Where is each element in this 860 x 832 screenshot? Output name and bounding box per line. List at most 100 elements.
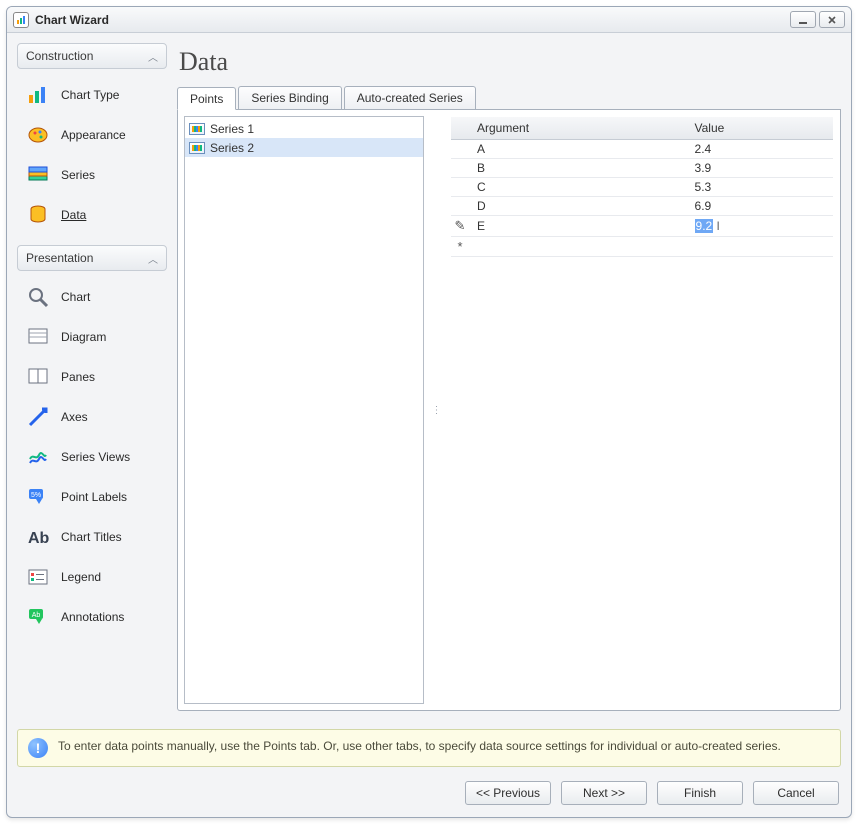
chevron-up-icon: ︿ [148,251,158,266]
row-indicator [451,178,469,197]
argument-cell[interactable]: B [469,159,687,178]
sidebar-item-diagram[interactable]: Diagram [17,317,167,357]
argument-cell[interactable]: A [469,140,687,159]
argument-cell[interactable]: C [469,178,687,197]
sidebar-item-label: Chart Titles [61,530,122,544]
tab-label: Series Binding [251,91,328,105]
argument-cell[interactable]: D [469,197,687,216]
tab-points[interactable]: Points [177,87,236,110]
sidebar-item-label: Chart Type [61,88,119,102]
row-indicator-header [451,117,469,140]
grid-row[interactable]: C5.3 [451,178,833,197]
tab-label: Auto-created Series [357,91,463,105]
sidebar-item-legend[interactable]: Legend [17,557,167,597]
value-cell[interactable] [687,237,833,257]
splitter-handle[interactable]: ⋮ [434,116,440,704]
next-button[interactable]: Next >> [561,781,647,805]
info-text: To enter data points manually, use the P… [58,738,781,754]
column-header[interactable]: Argument [469,117,687,140]
diagram-icon [25,324,51,350]
sidebar-item-chart[interactable]: Chart [17,277,167,317]
sidebar-item-label: Data [61,208,86,222]
sidebar-group-label: Presentation [26,251,93,265]
sidebar-item-label: Chart [61,290,90,304]
series-list-item[interactable]: Series 2 [185,138,423,157]
column-header[interactable]: Value [687,117,833,140]
svg-text:Ab: Ab [32,612,41,619]
grid-row[interactable]: ✎E9.2 I [451,216,833,237]
cancel-button[interactable]: Cancel [753,781,839,805]
data-grid[interactable]: ArgumentValue A2.4B3.9C5.3D6.9✎E9.2 I* [450,116,834,258]
sidebar-item-appearance[interactable]: Appearance [17,115,167,155]
row-indicator [451,159,469,178]
panes-icon [25,364,51,390]
sidebar-item-data[interactable]: Data [17,195,167,235]
finish-button[interactable]: Finish [657,781,743,805]
sidebar-item-axes[interactable]: Axes [17,397,167,437]
chevron-up-icon: ︿ [148,49,158,64]
axes-icon [25,404,51,430]
series-icon [25,162,51,188]
sidebar-item-panes[interactable]: Panes [17,357,167,397]
sidebar-item-label: Appearance [61,128,126,142]
previous-button[interactable]: << Previous [465,781,551,805]
series-list-item[interactable]: Series 1 [185,119,423,138]
data-grid-wrap: ArgumentValue A2.4B3.9C5.3D6.9✎E9.2 I* [450,116,834,704]
point-labels-icon: 5% [25,484,51,510]
chart-wizard-window: Chart Wizard Construction︿ Chart Type Appe… [6,6,852,818]
tab-strip: Points Series Binding Auto-created Series [177,87,841,110]
sidebar-group-header[interactable]: Presentation ︿ [17,245,167,271]
tab-auto-created-series[interactable]: Auto-created Series [344,86,476,109]
value-cell[interactable]: 2.4 [687,140,833,159]
sidebar-item-annotations[interactable]: AbAnnotations [17,597,167,637]
grid-row[interactable]: * [451,237,833,257]
value-cell[interactable]: 5.3 [687,178,833,197]
minimize-button[interactable] [790,11,816,28]
sidebar-item-series[interactable]: Series [17,155,167,195]
value-cell[interactable]: 6.9 [687,197,833,216]
tab-series-binding[interactable]: Series Binding [238,86,341,109]
sidebar-item-label: Series [61,168,95,182]
sidebar-item-point-labels[interactable]: 5% Point Labels [17,477,167,517]
grid-row[interactable]: D6.9 [451,197,833,216]
bar-chart-icon [189,123,205,135]
tab-label: Points [190,92,223,106]
sidebar-group-header[interactable]: Construction︿ [17,43,167,69]
window-title: Chart Wizard [35,13,109,27]
bar-chart-icon [189,142,205,154]
series-views-icon [25,444,51,470]
sidebar-item-chart-type[interactable]: Chart Type [17,75,167,115]
sidebar-item-label: Axes [61,410,88,424]
info-bar: ! To enter data points manually, use the… [17,729,841,767]
row-indicator [451,197,469,216]
appearance-icon [25,122,51,148]
value-cell[interactable]: 9.2 I [687,216,833,237]
row-indicator: ✎ [451,216,469,237]
points-tab-panel: Series 1 Series 2 ⋮ ArgumentValue A2.4B3.… [177,110,841,711]
chart-titles-icon: Ab [25,524,51,550]
wizard-footer: << Previous Next >> Finish Cancel [7,767,851,817]
series-list-label: Series 1 [210,122,254,136]
titlebar: Chart Wizard [7,7,851,33]
svg-text:5%: 5% [31,492,41,499]
series-list-label: Series 2 [210,141,254,155]
sidebar-item-label: Diagram [61,330,106,344]
sidebar-item-label: Series Views [61,450,130,464]
close-button[interactable] [819,11,845,28]
annotations-icon: Ab [25,604,51,630]
argument-cell[interactable] [469,237,687,257]
sidebar-item-series-views[interactable]: Series Views [17,437,167,477]
row-indicator: * [451,237,469,257]
data-icon [25,202,51,228]
text-cursor-icon: I [713,219,720,233]
sidebar-item-chart-titles[interactable]: Ab Chart Titles [17,517,167,557]
sidebar-item-label: Point Labels [61,490,127,504]
value-cell[interactable]: 3.9 [687,159,833,178]
grid-row[interactable]: A2.4 [451,140,833,159]
info-icon: ! [28,738,48,758]
row-indicator [451,140,469,159]
series-list[interactable]: Series 1 Series 2 [184,116,424,704]
argument-cell[interactable]: E [469,216,687,237]
page-title: Data [177,43,841,87]
grid-row[interactable]: B3.9 [451,159,833,178]
